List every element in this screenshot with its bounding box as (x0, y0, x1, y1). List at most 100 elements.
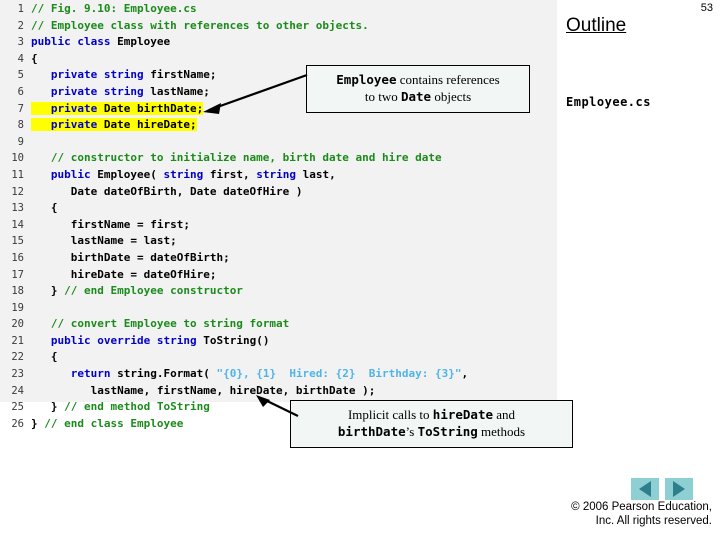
code-line-number: 24 (11, 384, 24, 397)
callout-bottom-code-birthdate: birthDate (337, 424, 406, 439)
code-line-number: 21 (11, 334, 24, 347)
code-line: 3 public class Employee (0, 34, 468, 51)
code-line-number: 14 (11, 218, 24, 231)
code-line-number: 25 (11, 401, 24, 414)
code-token: } (50, 400, 58, 414)
code-line-number: 4 (17, 52, 24, 65)
code-line-text: return string.Format( "{0}, {1} Hired: {… (31, 367, 468, 380)
code-token: // convert Employee to string format (50, 317, 290, 331)
code-token: firstName = first; (70, 217, 190, 231)
code-line-text: // Employee class with references to oth… (31, 19, 369, 32)
code-token: // end class Employee (44, 416, 184, 430)
triangle-left-icon (639, 481, 651, 497)
code-line-number: 10 (11, 152, 24, 165)
code-token: , (461, 367, 469, 381)
callout-bottom-text-3: ’s (405, 424, 418, 439)
code-line-number: 13 (11, 202, 24, 215)
code-line-text: } // end method ToString (31, 400, 210, 413)
code-line-number: 17 (11, 268, 24, 281)
callout-top-text-3: objects (431, 89, 472, 104)
code-line-number: 19 (11, 301, 24, 314)
code-line-number: 2 (17, 19, 24, 32)
code-line-text: private Date birthDate; (31, 101, 204, 115)
code-token: return (70, 367, 111, 381)
code-token: last, (302, 167, 336, 181)
code-token: lastName, firstName, hireDate, birthDate… (90, 383, 376, 397)
callout-top-code-date: Date (400, 89, 432, 104)
code-line-number: 3 (17, 36, 24, 49)
code-token: Employee( (97, 167, 157, 181)
code-line: 2 // Employee class with references to ot… (0, 18, 468, 35)
callout-top-text-2: to two (364, 89, 401, 104)
code-line-text: private string lastName; (31, 85, 210, 98)
code-line: 20 // convert Employee to string format (0, 316, 468, 333)
code-line-number: 16 (11, 251, 24, 264)
code-token: // Fig. 9.10: Employee.cs (31, 2, 197, 15)
code-token: string (103, 68, 144, 82)
code-token: birthDate; (136, 101, 204, 115)
code-line-number: 6 (17, 85, 24, 98)
code-line-text: birthDate = dateOfBirth; (31, 251, 230, 264)
code-token: { (50, 201, 58, 215)
outline-file-label: Employee.cs (566, 95, 651, 109)
callout-implicit-tostring: Implicit calls to hireDate and birthDate… (290, 400, 573, 448)
copyright-line-1: © 2006 Pearson Education, (571, 501, 712, 513)
callout-bottom-text-2: and (493, 407, 516, 422)
code-token: birthDate = dateOfBirth; (70, 250, 230, 264)
code-line-text: private Date hireDate; (31, 118, 197, 132)
code-line: 24 lastName, firstName, hireDate, birthD… (0, 383, 468, 400)
callout-bottom-code-hiredate: hireDate (432, 407, 494, 422)
code-line-number: 23 (11, 368, 24, 381)
code-token: string (103, 84, 144, 98)
code-line: 18 } // end Employee constructor (0, 283, 468, 300)
next-slide-button[interactable] (665, 478, 693, 500)
code-token: // end method ToString (64, 400, 210, 414)
callout-top-text-1: contains references (396, 72, 500, 87)
copyright-line-2: Inc. All rights reserved. (595, 515, 712, 527)
code-line: 15 lastName = last; (0, 233, 468, 250)
code-line-text: } // end class Employee (31, 417, 183, 430)
code-panel: 1 // Fig. 9.10: Employee.cs 2 // Employee c… (0, 0, 557, 430)
callout-bottom-code-tostring: ToString (417, 424, 478, 439)
code-token: } (31, 416, 38, 430)
code-line-number: 26 (11, 417, 24, 430)
code-line: 17 hireDate = dateOfHire; (0, 267, 468, 284)
code-line-text: private string firstName; (31, 68, 217, 82)
code-line: 9 (0, 134, 468, 151)
code-line-number: 8 (17, 119, 24, 132)
code-line-text: // convert Employee to string format (31, 317, 289, 330)
code-token: Date (103, 101, 131, 115)
code-line: 16 birthDate = dateOfBirth; (0, 250, 468, 267)
code-line: 1 // Fig. 9.10: Employee.cs (0, 1, 468, 18)
code-token: string (156, 333, 197, 347)
code-token: { (31, 51, 38, 65)
code-token: public (50, 333, 91, 347)
code-line: 22 { (0, 349, 468, 366)
code-token: Employee (117, 35, 171, 49)
code-line-number: 18 (11, 285, 24, 298)
code-token: { (50, 350, 58, 364)
code-token: first, (209, 167, 250, 181)
copyright-footer: © 2006 Pearson Education, Inc. All right… (480, 500, 712, 528)
code-line-number: 22 (11, 351, 24, 364)
previous-slide-button[interactable] (631, 478, 659, 500)
code-line-text: Date dateOfBirth, Date dateOfHire ) (31, 185, 303, 198)
code-line-text: } // end Employee constructor (31, 284, 243, 297)
callout-top-arrow-icon (203, 73, 308, 114)
callout-employee-references: Employee contains references to two Date… (306, 65, 530, 113)
code-token: string (256, 167, 296, 181)
code-token: string (163, 167, 204, 181)
code-token: public (50, 167, 91, 181)
code-token: } (50, 284, 58, 298)
code-line-text: public override string ToString() (31, 333, 270, 347)
code-line-text: public class Employee (31, 35, 170, 48)
code-token: private (50, 118, 98, 132)
code-line-number: 20 (11, 318, 24, 331)
code-line-number: 5 (17, 69, 24, 82)
code-line-text: { (31, 350, 58, 363)
